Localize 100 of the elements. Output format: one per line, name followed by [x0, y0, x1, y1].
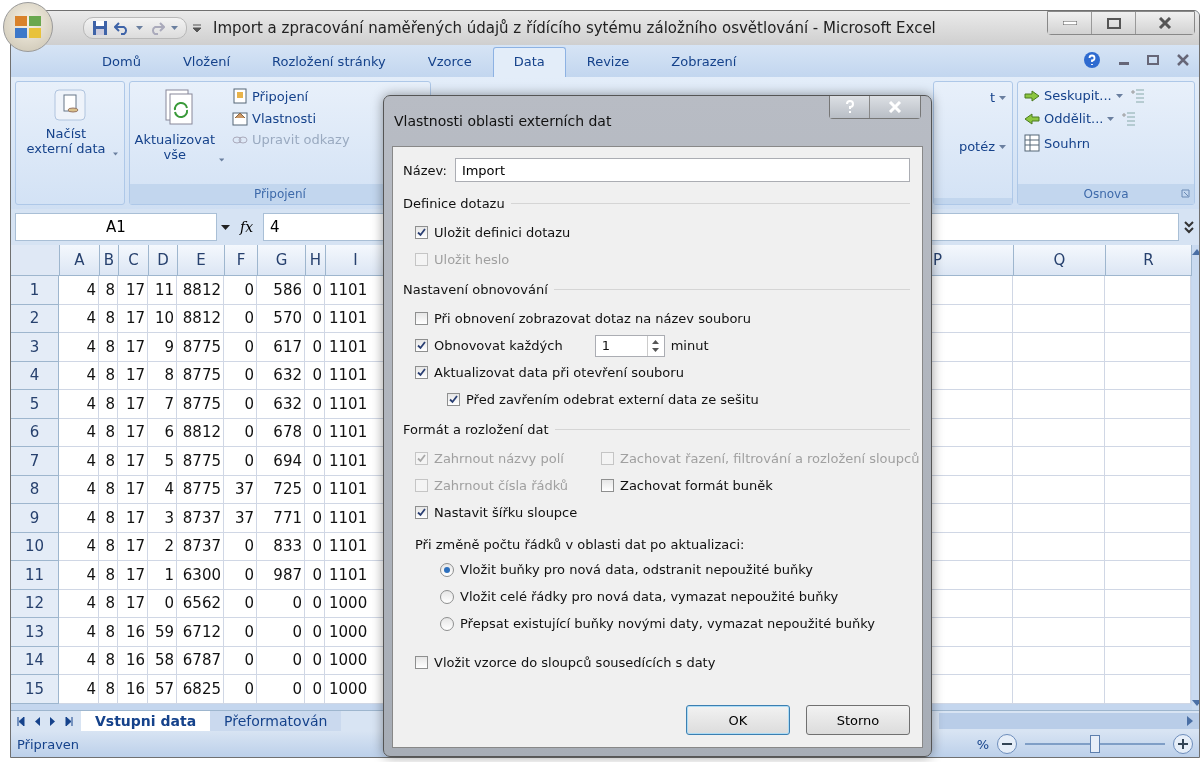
row-header[interactable]: 8	[11, 475, 59, 504]
table-cell: 1000	[325, 646, 385, 675]
column-header[interactable]: R	[1106, 245, 1192, 276]
close-button[interactable]	[1136, 12, 1194, 34]
row-header[interactable]: 9	[11, 504, 59, 533]
radio-button[interactable]	[440, 589, 454, 604]
column-header[interactable]: P	[931, 245, 1014, 276]
maximize-button[interactable]	[1092, 12, 1136, 34]
spin-field[interactable]: 1	[594, 334, 665, 357]
table-cell: 1101	[325, 276, 385, 305]
table-cell: 59	[148, 618, 177, 647]
close-icon[interactable]	[1177, 54, 1189, 66]
table-cell: 3	[148, 504, 177, 533]
column-header[interactable]: B	[100, 245, 119, 276]
row-header[interactable]: 5	[11, 390, 59, 419]
customize-caret-icon[interactable]	[193, 24, 201, 32]
ribbon-command[interactable]: Seskupit...	[1022, 86, 1125, 105]
undo-icon[interactable]	[114, 21, 130, 35]
checkbox[interactable]	[415, 506, 428, 519]
help-icon[interactable]	[1083, 51, 1101, 69]
row-header[interactable]: 11	[11, 561, 59, 590]
column-header[interactable]: F	[225, 245, 258, 276]
checkbox[interactable]	[415, 226, 428, 239]
row-header[interactable]: 1	[11, 276, 59, 305]
radio-button[interactable]	[440, 562, 454, 577]
table-cell: 0	[224, 646, 257, 675]
ribbon-tab[interactable]: Vložení	[161, 47, 251, 77]
table-cell: 0	[224, 532, 257, 561]
row-header[interactable]: 12	[11, 589, 59, 618]
column-header[interactable]: Q	[1014, 245, 1106, 276]
help-button[interactable]	[830, 96, 870, 118]
row-header[interactable]: 15	[11, 675, 59, 704]
table-cell: 8	[99, 646, 118, 675]
spinner-arrows-icon[interactable]	[651, 338, 661, 353]
save-icon[interactable]	[92, 20, 108, 36]
checkbox[interactable]	[415, 656, 428, 669]
checkbox[interactable]	[415, 312, 428, 325]
column-header[interactable]: C	[119, 245, 149, 276]
scroll-down-icon[interactable]	[1192, 700, 1199, 706]
ribbon-tab[interactable]: Rozložení stránky	[251, 47, 407, 77]
checkbox[interactable]	[415, 339, 428, 352]
table-cell: 0	[224, 618, 257, 647]
sheet-tab[interactable]: Přeformatován	[210, 711, 342, 731]
row-header[interactable]: 4	[11, 361, 59, 390]
dialog-button[interactable]: Storno	[806, 705, 910, 735]
column-header[interactable]: A	[60, 245, 100, 276]
radio-button[interactable]	[440, 616, 454, 631]
ribbon-command[interactable]: Vlastnosti	[230, 108, 352, 128]
office-button[interactable]	[3, 2, 53, 52]
ribbon-command[interactable]: Oddělit...	[1022, 109, 1117, 128]
refresh-all-button[interactable]: Aktualizovat vše	[134, 86, 224, 180]
ribbon-tab[interactable]: Zobrazení	[650, 47, 758, 77]
sheet-tab[interactable]: Vstupni data	[81, 711, 211, 731]
ribbon-tab[interactable]: Domů	[81, 47, 162, 77]
insert-function-label[interactable]: fx	[234, 219, 260, 235]
column-header[interactable]: G	[258, 245, 306, 276]
row-header[interactable]: 13	[11, 618, 59, 647]
restore-icon[interactable]	[1147, 55, 1159, 65]
first-sheet-icon[interactable]	[17, 716, 25, 726]
last-sheet-icon[interactable]	[65, 716, 73, 726]
minimize-button[interactable]	[1048, 12, 1092, 34]
row-header[interactable]: 3	[11, 333, 59, 362]
checkbox[interactable]	[601, 479, 614, 492]
dialog-button[interactable]: OK	[686, 705, 790, 735]
column-header[interactable]: E	[178, 245, 225, 276]
scroll-up-icon[interactable]	[1192, 249, 1199, 255]
checkbox[interactable]	[415, 366, 428, 379]
previous-sheet-icon[interactable]	[33, 716, 41, 726]
ribbon-tab[interactable]: Revize	[565, 47, 651, 77]
next-sheet-icon[interactable]	[49, 716, 57, 726]
column-header[interactable]: I	[326, 245, 386, 276]
name-field[interactable]: Import	[454, 158, 910, 182]
zoom-out-button[interactable]	[997, 734, 1017, 754]
column-header[interactable]: H	[306, 245, 326, 276]
scroll-right-icon[interactable]	[1187, 716, 1193, 726]
ribbon-tab[interactable]: Data	[492, 47, 566, 77]
ribbon-tab[interactable]: Vzorce	[406, 47, 493, 77]
row-header[interactable]: 10	[11, 532, 59, 561]
zoom-in-button[interactable]	[1173, 734, 1193, 754]
row-header[interactable]: 7	[11, 447, 59, 476]
caret-icon[interactable]	[221, 224, 230, 230]
table-cell: 0	[257, 618, 305, 647]
horizontal-scrollbar[interactable]	[939, 713, 1199, 729]
row-header[interactable]: 2	[11, 304, 59, 333]
caret-icon	[136, 26, 143, 30]
row-header[interactable]: 6	[11, 418, 59, 447]
expand-icon[interactable]	[1183, 220, 1195, 234]
column-header[interactable]: D	[149, 245, 178, 276]
ribbon-command[interactable]: Souhrn	[1022, 132, 1093, 154]
ribbon-command[interactable]: potéz	[956, 137, 1008, 156]
checkbox[interactable]	[447, 393, 460, 406]
vertical-scrollbar[interactable]	[1192, 245, 1199, 710]
ribbon-command[interactable]: Připojení	[230, 86, 352, 106]
row-header[interactable]: 14	[11, 646, 59, 675]
table-cell: 0	[305, 390, 325, 419]
dialog-launcher-icon[interactable]	[1181, 189, 1190, 198]
zoom-thumb[interactable]	[1090, 735, 1100, 753]
table-cell: 37	[224, 475, 257, 504]
ribbon-command[interactable]: t	[987, 88, 1008, 107]
name-box[interactable]: A1	[15, 213, 217, 241]
